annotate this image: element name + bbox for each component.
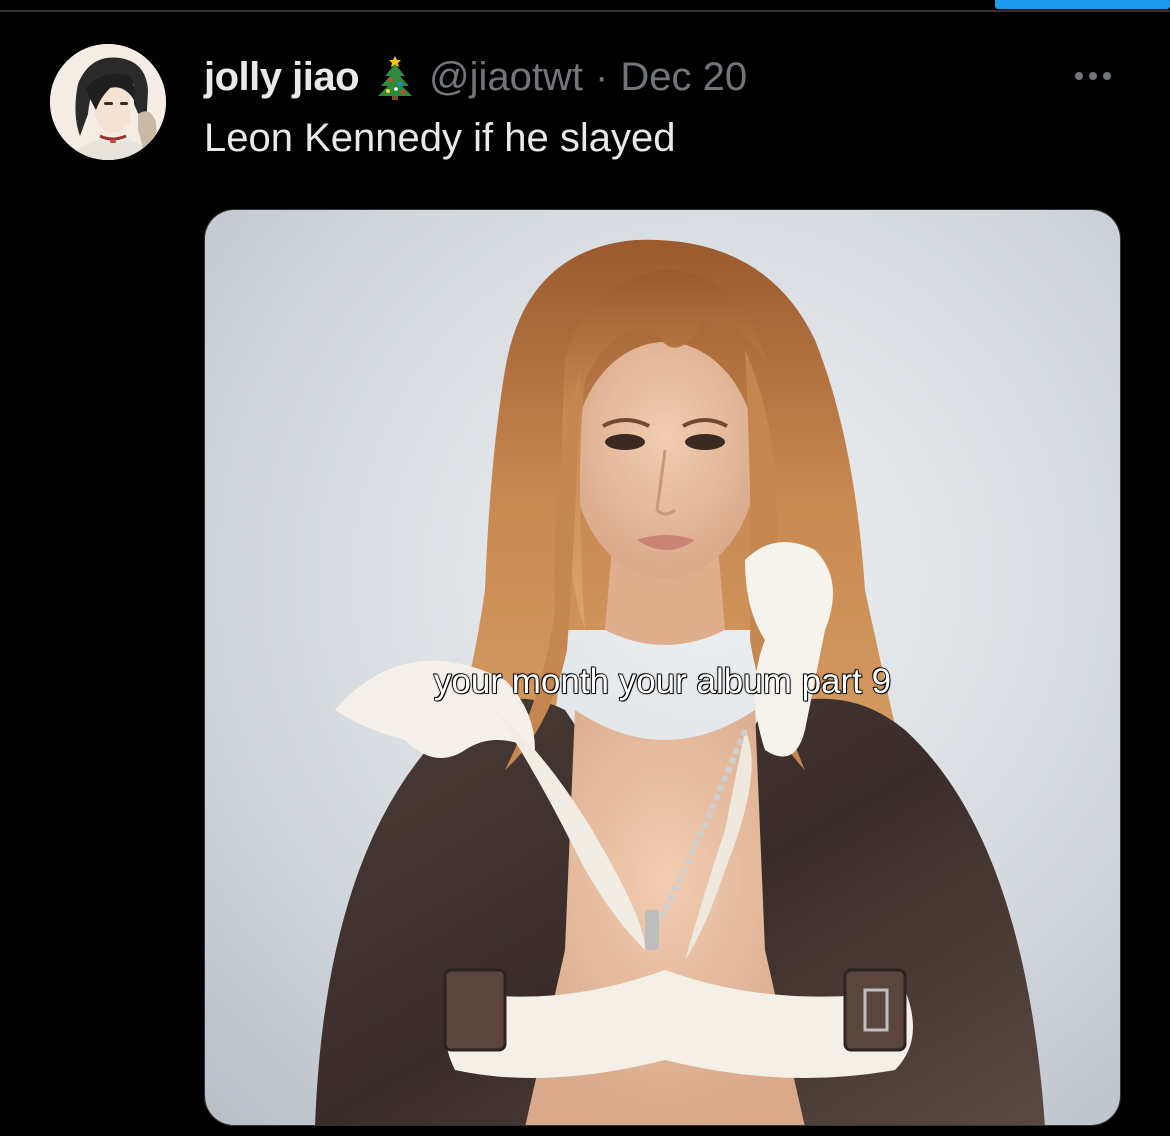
top-divider <box>0 10 1170 12</box>
media-overlay-caption: your month your album part 9 <box>433 661 892 702</box>
separator-dot: · <box>595 54 609 99</box>
tweet-header: jolly jiao @jiaotwt · Dec 20 <box>204 52 747 102</box>
tweet-text: Leon Kennedy if he slayed <box>204 116 676 160</box>
top-accent-bar[interactable] <box>995 0 1170 9</box>
display-name[interactable]: jolly jiao <box>204 55 360 100</box>
tweet-media-image[interactable]: your month your album part 9 <box>204 209 1121 1126</box>
tweet-screen: jolly jiao @jiaotwt · Dec 20 Leon Kenned… <box>0 0 1170 1136</box>
tweet-date[interactable]: Dec 20 <box>620 55 747 100</box>
christmas-tree-icon <box>375 54 415 100</box>
avatar[interactable] <box>50 44 166 160</box>
user-handle[interactable]: @jiaotwt <box>429 55 583 100</box>
more-horizontal-icon[interactable] <box>1070 64 1116 88</box>
